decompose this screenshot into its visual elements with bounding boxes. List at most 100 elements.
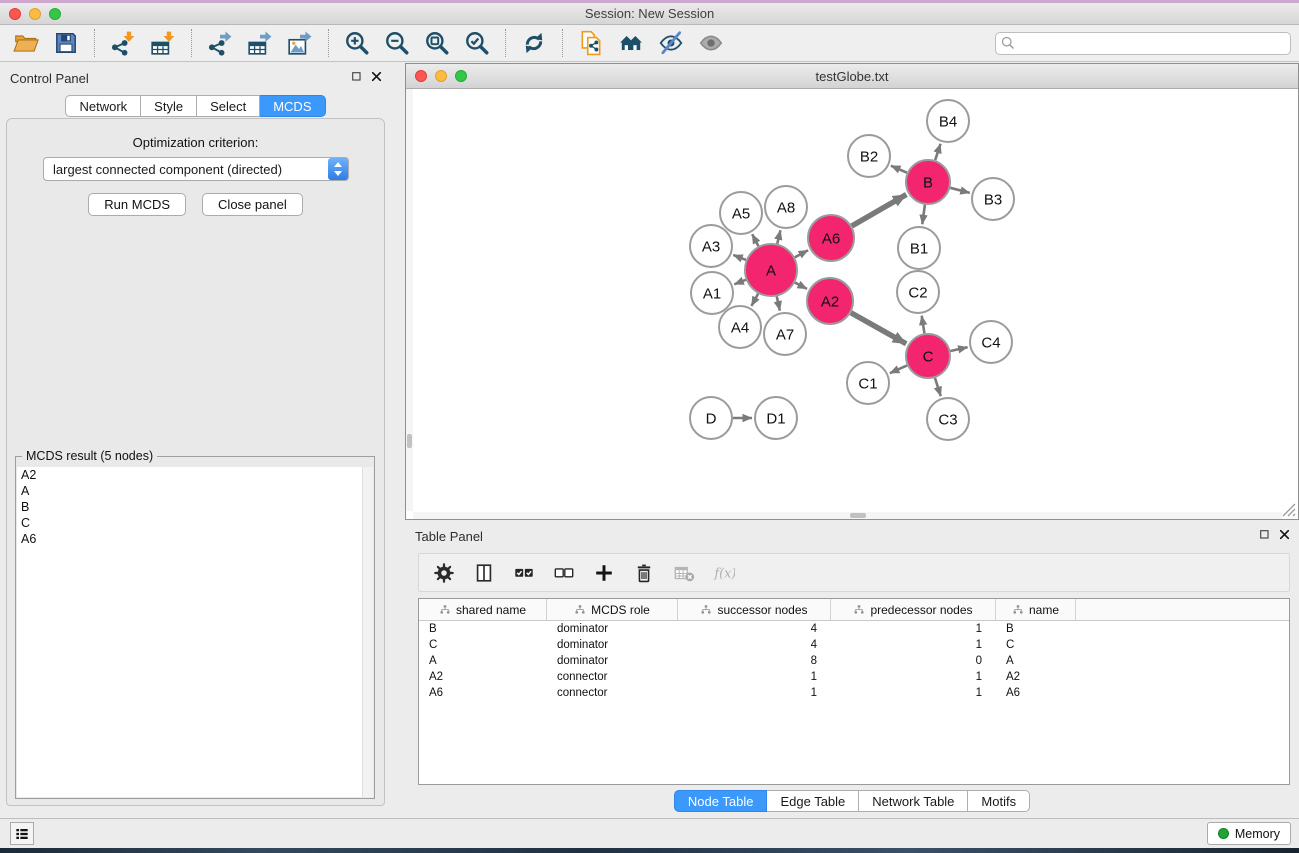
network-graph[interactable]: A A1 A2 A3 A4 A5 A6 A7 A8 B B1 B2 B3B4 C C1 C2 C3C4 D D1: [406, 89, 1298, 519]
zoom-selected-icon[interactable]: [461, 28, 493, 58]
node-C1[interactable]: C1: [847, 362, 889, 404]
tab-mcds[interactable]: MCDS: [260, 95, 325, 117]
home-layout-icon[interactable]: [615, 28, 647, 58]
hide-details-icon[interactable]: [655, 28, 687, 58]
delete-column-icon[interactable]: [631, 560, 657, 586]
edge-B-B1[interactable]: [922, 205, 925, 224]
float-table-panel-icon[interactable]: [1258, 528, 1271, 541]
memory-button[interactable]: Memory: [1207, 822, 1291, 845]
close-panel-button[interactable]: Close panel: [202, 193, 303, 216]
node-B3[interactable]: B3: [972, 178, 1014, 220]
column-header-predecessor-nodes[interactable]: predecessor nodes: [831, 599, 996, 620]
edge-A-A5[interactable]: [752, 234, 758, 246]
node-C3[interactable]: C3: [927, 398, 969, 440]
search-input[interactable]: [995, 32, 1291, 55]
node-A3[interactable]: A3: [690, 225, 732, 267]
node-A4[interactable]: A4: [719, 306, 761, 348]
node-A[interactable]: A: [745, 244, 797, 296]
table-row[interactable]: Bdominator41B: [419, 621, 1289, 637]
open-file-icon[interactable]: [10, 28, 42, 58]
tab-select[interactable]: Select: [197, 95, 260, 117]
select-all-rows-icon[interactable]: [511, 560, 537, 586]
node-B2[interactable]: B2: [848, 135, 890, 177]
column-header-name[interactable]: name: [996, 599, 1076, 620]
edge-A2-C[interactable]: [851, 313, 906, 344]
export-image-icon[interactable]: [284, 28, 316, 58]
show-graphics-details-icon[interactable]: [695, 28, 727, 58]
edge-A-A2[interactable]: [795, 283, 807, 289]
open-session-file-icon[interactable]: [575, 28, 607, 58]
function-builder-icon[interactable]: [711, 560, 737, 586]
edge-A-A8[interactable]: [777, 230, 780, 243]
table-row[interactable]: A2connector11A2: [419, 669, 1289, 685]
node-B[interactable]: B: [906, 160, 950, 204]
criterion-select[interactable]: largest connected component (directed): [43, 157, 349, 181]
node-A5[interactable]: A5: [720, 192, 762, 234]
float-panel-icon[interactable]: [350, 70, 363, 83]
save-session-icon[interactable]: [50, 28, 82, 58]
edge-A-A1[interactable]: [734, 280, 745, 284]
edge-A6-B[interactable]: [852, 194, 907, 226]
refresh-icon[interactable]: [518, 28, 550, 58]
table-tab-node-table[interactable]: Node Table: [674, 790, 768, 812]
edge-C-C3[interactable]: [935, 378, 941, 396]
table-row[interactable]: Adominator80A: [419, 653, 1289, 669]
node-A7[interactable]: A7: [764, 313, 806, 355]
panel-menu-button[interactable]: [10, 822, 34, 845]
delete-table-icon[interactable]: [671, 560, 697, 586]
table-tab-edge-table[interactable]: Edge Table: [767, 790, 859, 812]
node-A6[interactable]: A6: [808, 215, 854, 261]
export-network-icon[interactable]: [204, 28, 236, 58]
edge-A-A6[interactable]: [795, 250, 808, 257]
node-C2[interactable]: C2: [897, 271, 939, 313]
node-B1[interactable]: B1: [898, 227, 940, 269]
edge-B-B3[interactable]: [950, 188, 970, 193]
criterion-select-value: largest connected component (directed): [44, 162, 328, 177]
run-mcds-button[interactable]: Run MCDS: [88, 193, 186, 216]
tab-network[interactable]: Network: [65, 95, 141, 117]
column-header-mcds-role[interactable]: MCDS role: [547, 599, 678, 620]
node-A2[interactable]: A2: [807, 278, 853, 324]
edge-A-A7[interactable]: [777, 296, 780, 310]
edge-C-C2[interactable]: [922, 316, 925, 334]
network-canvas[interactable]: A A1 A2 A3 A4 A5 A6 A7 A8 B B1 B2 B3B4 C C1 C2 C3C4 D D1: [406, 89, 1298, 519]
tab-style[interactable]: Style: [141, 95, 197, 117]
edge-A-A3[interactable]: [733, 255, 746, 260]
table-cell: A: [419, 655, 547, 667]
edge-C-C4[interactable]: [950, 347, 967, 351]
export-table-icon[interactable]: [244, 28, 276, 58]
node-C[interactable]: C: [906, 334, 950, 378]
network-vertical-scrollbar[interactable]: [406, 89, 413, 511]
node-D[interactable]: D: [690, 397, 732, 439]
zoom-in-icon[interactable]: [341, 28, 373, 58]
table-row[interactable]: A6connector11A6: [419, 685, 1289, 701]
table-row[interactable]: Cdominator41C: [419, 637, 1289, 653]
node-B4[interactable]: B4: [927, 100, 969, 142]
close-table-panel-icon[interactable]: [1278, 528, 1291, 541]
edge-C-C1[interactable]: [890, 365, 907, 373]
zoom-out-icon[interactable]: [381, 28, 413, 58]
table-tab-network-table[interactable]: Network Table: [859, 790, 968, 812]
result-scrollbar[interactable]: [362, 467, 373, 797]
import-network-icon[interactable]: [107, 28, 139, 58]
import-table-icon[interactable]: [147, 28, 179, 58]
svg-text:C2: C2: [908, 284, 927, 301]
column-header-successor-nodes[interactable]: successor nodes: [678, 599, 831, 620]
edge-B-B2[interactable]: [891, 166, 907, 173]
zoom-fit-icon[interactable]: [421, 28, 453, 58]
add-column-icon[interactable]: [591, 560, 617, 586]
node-A8[interactable]: A8: [765, 186, 807, 228]
deselect-all-rows-icon[interactable]: [551, 560, 577, 586]
edge-B-B4[interactable]: [935, 144, 940, 160]
table-settings-icon[interactable]: [431, 560, 457, 586]
close-panel-icon[interactable]: [370, 70, 383, 83]
edge-A-A4[interactable]: [751, 294, 758, 306]
node-D1[interactable]: D1: [755, 397, 797, 439]
network-horizontal-scrollbar[interactable]: [413, 512, 1282, 519]
node-C4[interactable]: C4: [970, 321, 1012, 363]
node-A1[interactable]: A1: [691, 272, 733, 314]
show-columns-icon[interactable]: [471, 560, 497, 586]
column-header-shared-name[interactable]: shared name: [419, 599, 547, 620]
window-resize-grip[interactable]: [1281, 502, 1297, 518]
table-tab-motifs[interactable]: Motifs: [968, 790, 1030, 812]
